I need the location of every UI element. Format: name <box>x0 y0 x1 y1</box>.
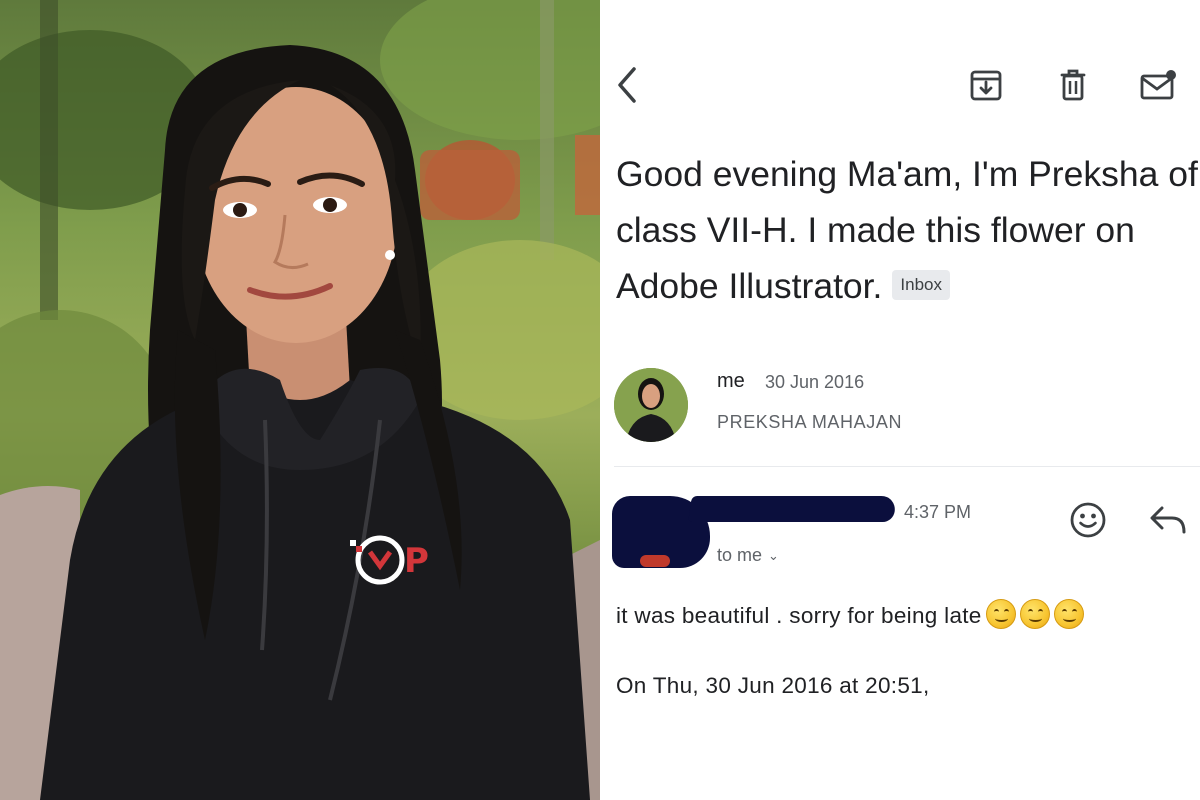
redaction-mark <box>640 555 670 567</box>
message-time: 4:37 PM <box>904 502 972 522</box>
smiling-face-emoji <box>1019 599 1050 629</box>
smiling-face-emoji <box>1053 599 1084 629</box>
quoted-header: On Thu, 30 Jun 2016 at 20:51, <box>616 673 930 698</box>
delete-button[interactable] <box>1052 62 1094 108</box>
smiley-icon <box>1070 502 1106 538</box>
message-date: 30 Jun 2016 <box>765 372 865 392</box>
chevron-left-icon <box>618 67 636 103</box>
recipient-line: to me <box>717 545 763 565</box>
archive-button[interactable] <box>965 62 1007 108</box>
chevron-down-icon: ⌄ <box>768 547 779 563</box>
trash-icon <box>1060 69 1086 101</box>
avatar[interactable] <box>614 368 688 442</box>
react-button[interactable] <box>1066 498 1110 542</box>
archive-icon <box>970 70 1002 101</box>
reply-icon <box>1150 506 1186 534</box>
sender-name: me <box>717 370 745 392</box>
portrait-photo: P <box>0 0 600 800</box>
message-divider <box>614 466 1200 467</box>
avatar-image <box>614 368 688 442</box>
email-subject: Good evening Ma'am, I'm Preksha of class… <box>616 146 1200 314</box>
mark-unread-button[interactable] <box>1138 62 1180 108</box>
inbox-label-badge[interactable]: Inbox <box>892 269 950 300</box>
message-body: it was beautiful . sorry for being late <box>616 599 1084 632</box>
recipient-details-toggle[interactable]: to me ⌄ <box>717 545 779 566</box>
reply-button[interactable] <box>1146 500 1190 540</box>
mail-unread-icon <box>1140 70 1176 100</box>
back-button[interactable] <box>606 62 648 108</box>
svg-text:P: P <box>404 541 429 581</box>
smiling-face-emoji <box>985 599 1016 629</box>
sender-line: PREKSHA MAHAJAN <box>717 412 903 432</box>
portrait-illustration: P <box>0 0 600 800</box>
redacted-sender-name <box>688 496 897 522</box>
message-body-text: it was beautiful . sorry for being late <box>616 602 982 628</box>
